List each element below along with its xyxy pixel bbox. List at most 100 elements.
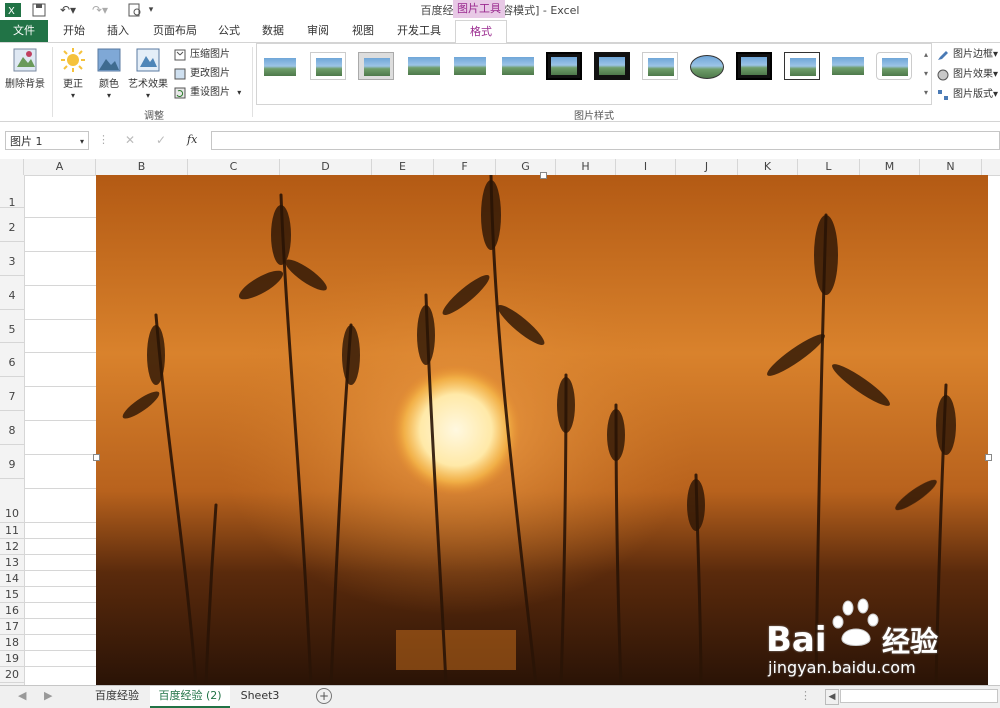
tab-view[interactable]: 视图 xyxy=(344,20,382,42)
formula-input[interactable] xyxy=(211,131,1000,150)
column-header[interactable]: G xyxy=(496,159,556,175)
horizontal-scrollbar[interactable] xyxy=(840,689,998,703)
gridline xyxy=(24,554,96,555)
tab-review[interactable]: 审阅 xyxy=(298,20,338,42)
row-header[interactable]: 14 xyxy=(0,571,24,587)
insert-function-icon[interactable]: fx xyxy=(187,133,197,146)
artistic-effects-button[interactable]: 艺术效果 ▾ xyxy=(126,47,170,101)
picture-style-1[interactable] xyxy=(262,52,298,80)
column-header[interactable]: I xyxy=(616,159,676,175)
column-header[interactable]: M xyxy=(860,159,920,175)
compress-pictures-button[interactable]: 压缩图片 xyxy=(174,47,230,63)
gallery-scroll[interactable]: ▴ ▾ ▾ xyxy=(921,45,931,103)
row-header[interactable]: 15 xyxy=(0,587,24,603)
sheet-tab[interactable]: 百度经验 xyxy=(86,686,148,706)
row-header[interactable]: 2 xyxy=(0,208,24,242)
color-button[interactable]: 颜色 ▾ xyxy=(94,47,124,101)
column-header[interactable]: J xyxy=(676,159,738,175)
select-all-corner[interactable] xyxy=(0,159,24,175)
customize-toolbar-icon[interactable]: ▾ xyxy=(146,2,156,18)
enter-icon[interactable]: ✓ xyxy=(156,133,166,147)
picture-style-14[interactable] xyxy=(876,52,912,80)
row-header[interactable]: 20 xyxy=(0,667,24,683)
save-icon[interactable] xyxy=(30,2,48,18)
column-header[interactable]: N xyxy=(920,159,982,175)
row-header[interactable]: 11 xyxy=(0,523,24,539)
sheet-tab-active[interactable]: 百度经验 (2) xyxy=(150,686,230,708)
picture-style-13[interactable] xyxy=(830,52,866,80)
row-header[interactable]: 10 xyxy=(0,479,24,523)
resize-handle[interactable] xyxy=(985,454,992,461)
scroll-right-icon[interactable]: ▶ xyxy=(44,689,52,702)
cancel-icon[interactable]: ✕ xyxy=(125,133,135,147)
picture-style-3[interactable] xyxy=(358,52,394,80)
row-header[interactable]: 5 xyxy=(0,310,24,343)
column-header[interactable]: C xyxy=(188,159,280,175)
row-header[interactable]: 13 xyxy=(0,555,24,571)
row-header[interactable]: 4 xyxy=(0,276,24,310)
tab-data[interactable]: 数据 xyxy=(254,20,292,42)
tab-developer[interactable]: 开发工具 xyxy=(390,20,448,42)
picture-style-10-oval[interactable] xyxy=(688,52,724,80)
baidu-jingyan-watermark: Bai 经验 jingyan.baidu.com xyxy=(762,598,992,678)
row-header[interactable]: 18 xyxy=(0,635,24,651)
resize-handle[interactable] xyxy=(540,172,547,179)
corrections-button[interactable]: 更正 ▾ xyxy=(56,47,90,101)
redo-icon[interactable]: ↷▾ xyxy=(88,2,112,18)
reset-picture-button[interactable]: 重设图片 ▾ xyxy=(174,85,241,101)
picture-style-7[interactable] xyxy=(546,52,582,80)
picture-style-12[interactable] xyxy=(784,52,820,80)
column-header[interactable]: H xyxy=(556,159,616,175)
picture-style-8[interactable] xyxy=(594,52,630,80)
tab-home[interactable]: 开始 xyxy=(54,20,94,42)
row-header[interactable]: 9 xyxy=(0,445,24,479)
row-header[interactable]: 12 xyxy=(0,539,24,555)
picture-style-6[interactable] xyxy=(500,52,536,80)
column-header[interactable]: F xyxy=(434,159,496,175)
row-header[interactable]: 19 xyxy=(0,651,24,667)
picture-style-9[interactable] xyxy=(642,52,678,80)
gridline xyxy=(24,386,96,387)
remove-background-button[interactable]: 删除背景 xyxy=(2,47,48,90)
horizontal-scroll-left-icon[interactable]: ◀ xyxy=(825,689,839,705)
chevron-down-icon[interactable]: ▾ xyxy=(80,132,84,151)
resize-handle[interactable] xyxy=(93,454,100,461)
gridline xyxy=(24,285,96,286)
picture-effects-button[interactable]: 图片效果▾ xyxy=(937,67,998,83)
column-header[interactable]: L xyxy=(798,159,860,175)
row-header[interactable]: 3 xyxy=(0,242,24,276)
tab-format[interactable]: 格式 xyxy=(455,20,507,43)
column-header[interactable]: B xyxy=(96,159,188,175)
row-header[interactable]: 17 xyxy=(0,619,24,635)
row-header[interactable]: 7 xyxy=(0,377,24,411)
column-header[interactable]: E xyxy=(372,159,434,175)
formula-bar: 图片 1 ▾ ⋮ ✕ ✓ fx xyxy=(0,128,1000,154)
picture-layout-button[interactable]: 图片版式▾ xyxy=(937,87,998,103)
picture-style-2[interactable] xyxy=(310,52,346,80)
name-box[interactable]: 图片 1 ▾ xyxy=(5,131,89,150)
picture-style-4[interactable] xyxy=(406,52,442,80)
picture-tools-label: 图片工具 xyxy=(453,0,505,18)
change-picture-button[interactable]: 更改图片 xyxy=(174,66,230,82)
tab-insert[interactable]: 插入 xyxy=(98,20,138,42)
tab-file[interactable]: 文件 xyxy=(0,20,48,42)
tab-formulas[interactable]: 公式 xyxy=(210,20,248,42)
undo-icon[interactable]: ↶▾ xyxy=(56,2,80,18)
column-header[interactable]: A xyxy=(24,159,96,175)
picture-style-5[interactable] xyxy=(452,52,488,80)
sheet-tab[interactable]: Sheet3 xyxy=(234,686,286,706)
column-header[interactable]: K xyxy=(738,159,798,175)
add-sheet-icon[interactable]: + xyxy=(316,688,332,704)
row-header[interactable]: 8 xyxy=(0,411,24,445)
column-header[interactable]: D xyxy=(280,159,372,175)
picture-style-11[interactable] xyxy=(736,52,772,80)
row-header[interactable]: 16 xyxy=(0,603,24,619)
picture-border-button[interactable]: 图片边框▾ xyxy=(937,47,998,63)
tab-page-layout[interactable]: 页面布局 xyxy=(144,20,206,42)
row-header[interactable]: 6 xyxy=(0,343,24,377)
row-header[interactable]: 1 xyxy=(0,175,24,209)
print-preview-icon[interactable] xyxy=(124,2,146,18)
scroll-left-icon[interactable]: ◀ xyxy=(18,689,26,702)
picture-styles-group-label: 图片样式 xyxy=(574,111,614,122)
remove-background-label: 删除背景 xyxy=(5,79,45,90)
